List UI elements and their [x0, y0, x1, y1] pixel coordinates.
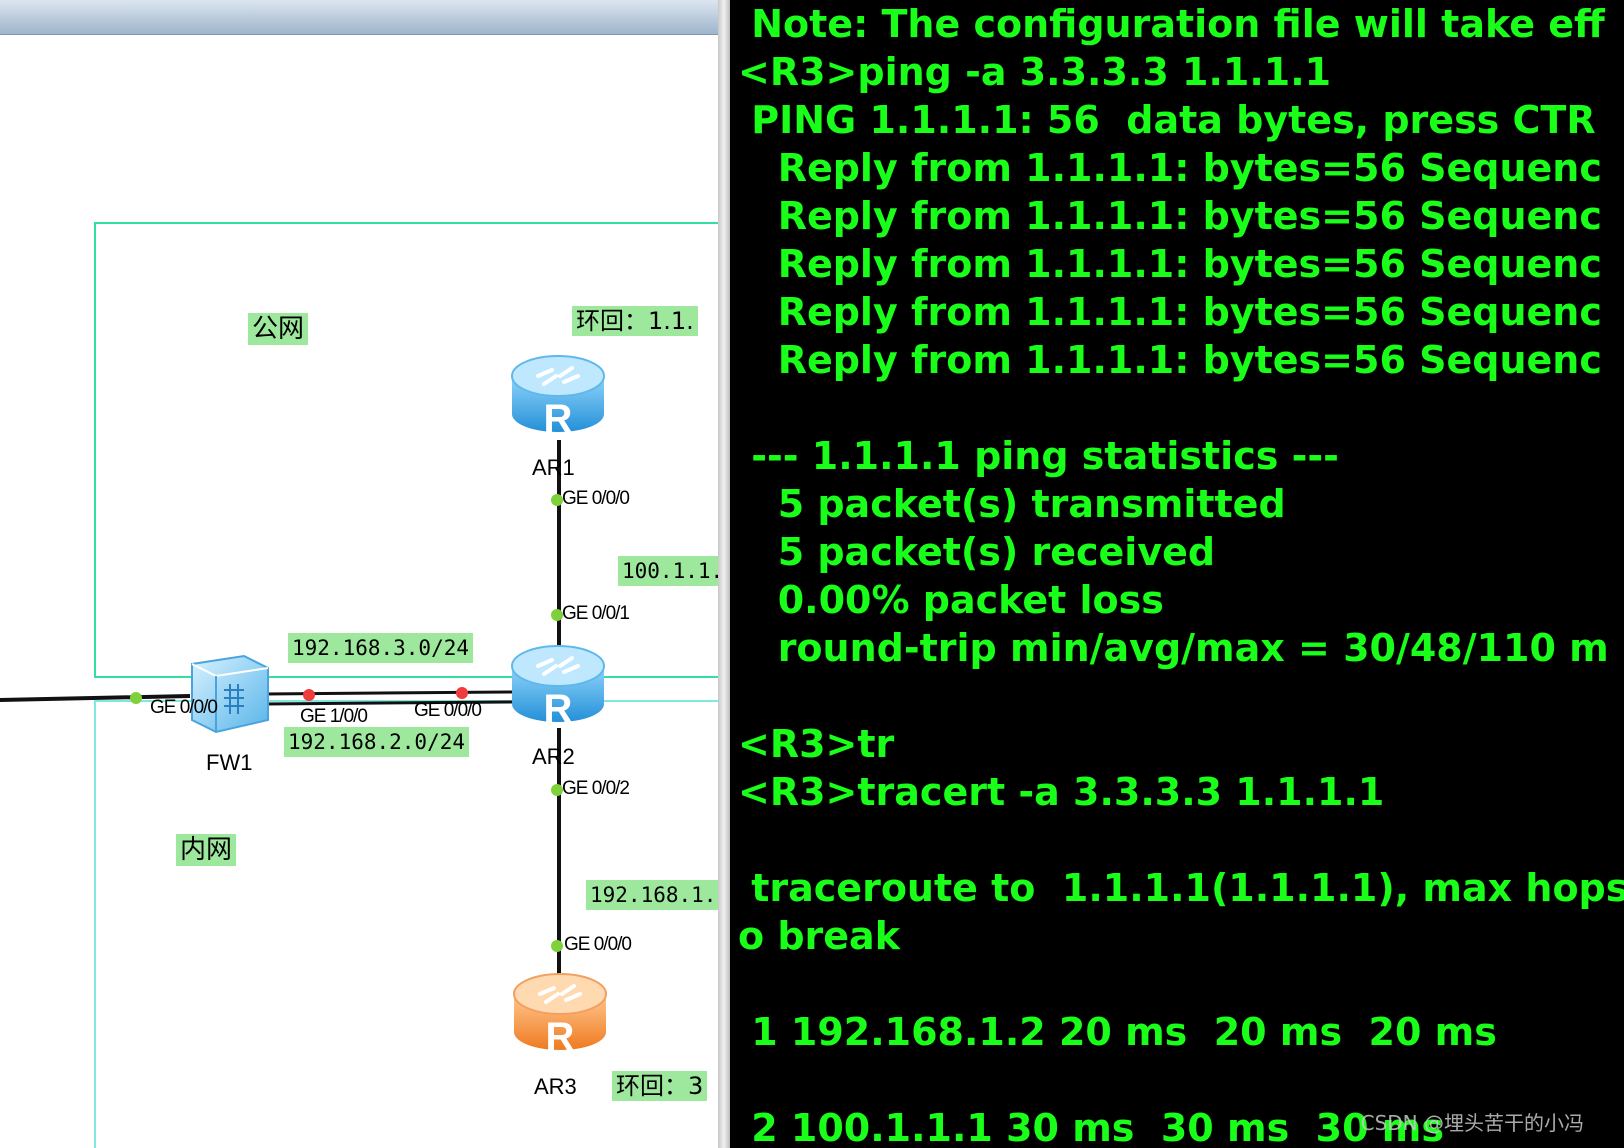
subnet-upper-tag[interactable]: 192.168.3.0/24	[288, 633, 474, 663]
terminal-line: Reply from 1.1.1.1: bytes=56 Sequenc	[738, 146, 1602, 190]
terminal-line: <R3>tracert -a 3.3.3.3 1.1.1.1	[738, 770, 1385, 814]
terminal-line: 1 192.168.1.2 20 ms 20 ms 20 ms	[738, 1010, 1497, 1054]
public-zone-label[interactable]: 公网	[248, 313, 309, 345]
port-dot-fw1-ge000	[130, 692, 142, 704]
terminal-line: Reply from 1.1.1.1: bytes=56 Sequenc	[738, 194, 1602, 238]
router-ar1-icon[interactable]: R	[508, 350, 608, 442]
ar2-ge002-label: GE 0/0/2	[562, 778, 630, 799]
r3-terminal[interactable]: Note: The configuration file will take e…	[730, 0, 1624, 1148]
ar2-label: AR2	[532, 744, 575, 769]
terminal-line: traceroute to 1.1.1.1(1.1.1.1), max hops	[738, 866, 1624, 910]
router-ar2-icon[interactable]: R	[508, 640, 608, 732]
terminal-line: 0.00% packet loss	[738, 578, 1164, 622]
fw1-label: FW1	[206, 750, 253, 775]
router-ar3-icon[interactable]: R	[510, 968, 610, 1060]
subnet-lower-tag[interactable]: 192.168.2.0/24	[284, 727, 470, 757]
ar2-ge000-label: GE 0/0/0	[414, 700, 482, 721]
loopback-ar3-tag[interactable]: 环回：3	[612, 1071, 708, 1101]
loopback-ar1-tag[interactable]: 环回：1.1.	[572, 306, 698, 336]
terminal-line: PING 1.1.1.1: 56 data bytes, press CTR	[738, 98, 1596, 142]
link-ar2-ar3-tag[interactable]: 192.168.1.	[586, 880, 718, 910]
ar3-label: AR3	[534, 1074, 577, 1099]
terminal-line: --- 1.1.1.1 ping statistics ---	[738, 434, 1339, 478]
ar3-ge000-label: GE 0/0/0	[564, 934, 632, 955]
terminal-line: round-trip min/avg/max = 30/48/110 m	[738, 626, 1609, 670]
terminal-output[interactable]: Note: The configuration file will take e…	[738, 0, 1624, 1148]
fw1-ge000-label: GE 0/0/0	[150, 697, 218, 718]
topology-links	[0, 440, 563, 975]
svg-text:R: R	[546, 1015, 575, 1059]
ar1-label: AR1	[532, 455, 575, 480]
pane-divider[interactable]	[718, 0, 730, 1148]
terminal-line: Reply from 1.1.1.1: bytes=56 Sequenc	[738, 242, 1602, 286]
svg-text:R: R	[544, 397, 573, 441]
terminal-line: Note: The configuration file will take e…	[738, 2, 1605, 46]
topology-canvas[interactable]: 公网 内网 环回：1.1. 100.1.1. 192.168.3.0/24 19…	[0, 0, 718, 1148]
link-fw1-ar2-upper[interactable]	[264, 690, 513, 696]
terminal-line: Reply from 1.1.1.1: bytes=56 Sequenc	[738, 290, 1602, 334]
ar1-ge000-label: GE 0/0/0	[562, 488, 630, 509]
terminal-line: o break	[738, 914, 900, 958]
port-dot-ar3-ge000	[551, 940, 563, 952]
firewall-fw1-icon[interactable]	[184, 650, 276, 738]
terminal-line: <R3>tr	[738, 722, 895, 766]
terminal-line: Reply from 1.1.1.1: bytes=56 Sequenc	[738, 338, 1602, 382]
private-zone-label[interactable]: 内网	[176, 834, 237, 866]
link-ar1-ar2-tag[interactable]: 100.1.1.	[618, 556, 718, 586]
ar2-ge001-label: GE 0/0/1	[562, 603, 630, 624]
svg-text:R: R	[544, 687, 573, 731]
terminal-line: 5 packet(s) transmitted	[738, 482, 1286, 526]
port-dot-fw1-ge100	[303, 689, 315, 701]
terminal-line: 5 packet(s) received	[738, 530, 1216, 574]
watermark-text: CSDN @埋头苦干的小冯	[1360, 1111, 1584, 1135]
terminal-line: <R3>ping -a 3.3.3.3 1.1.1.1	[738, 50, 1332, 94]
fw1-ge100-label: GE 1/0/0	[300, 706, 368, 727]
port-dot-ar2-ge000	[456, 687, 468, 699]
